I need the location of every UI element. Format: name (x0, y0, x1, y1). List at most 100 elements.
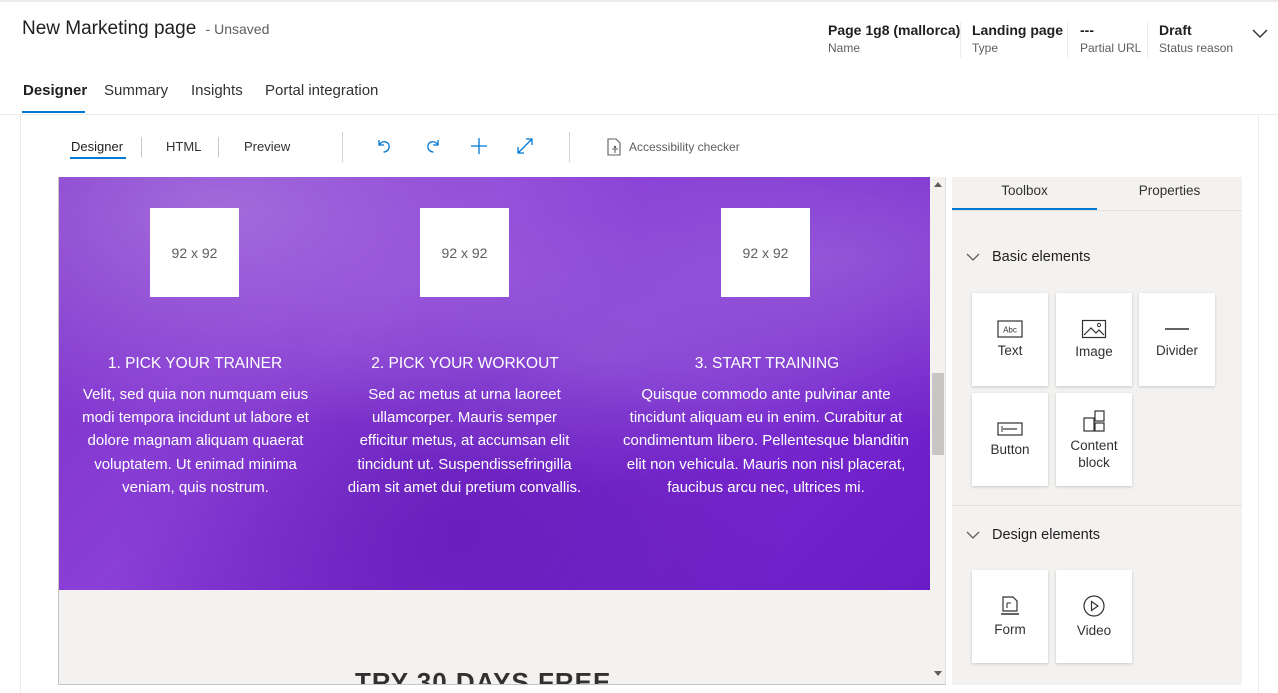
tile-label: Text (997, 343, 1023, 358)
divider-icon (1165, 328, 1189, 330)
view-preview[interactable]: Preview (244, 139, 290, 154)
text-line: Sed ac metus at urna laoreet (368, 386, 561, 403)
section-design-elements[interactable]: Design elements (966, 527, 1100, 543)
meta-partial-url-label: Partial URL (1080, 41, 1142, 55)
workspace-border (1258, 115, 1259, 693)
header-expand-chevron-icon[interactable] (1252, 26, 1268, 38)
meta-type: Landing page Type (972, 22, 1063, 55)
section-title: Basic elements (992, 249, 1091, 265)
text-line: voluptatem. Ut enimad minima (94, 455, 297, 473)
tile-label: Button (990, 442, 1030, 457)
toolbox-text[interactable]: Abc Text (972, 293, 1048, 386)
toolbar-separator (569, 132, 570, 162)
tile-label: Image (1075, 344, 1113, 359)
canvas-border (58, 684, 946, 685)
meta-status-reason: Draft Status reason (1159, 22, 1233, 55)
page-title: New Marketing page - Unsaved (22, 18, 269, 40)
tile-label: Video (1076, 623, 1112, 638)
column-2-text[interactable]: Sed ac metus at urna laoreet ullamcorper… (322, 383, 607, 499)
text-line: modi tempora incidunt ut labore et (82, 409, 309, 427)
svg-text:Abc: Abc (1003, 326, 1017, 335)
chevron-down-icon (966, 531, 980, 539)
tabs-divider (0, 114, 1278, 115)
view-html[interactable]: HTML (166, 139, 201, 154)
image-placeholder-3[interactable]: 92 x 92 (721, 208, 810, 297)
undo-icon[interactable] (374, 136, 394, 156)
button-icon (997, 422, 1023, 436)
toolbox-panel: Toolbox Properties Basic elements Abc Te… (952, 177, 1242, 685)
expand-icon[interactable] (515, 136, 535, 156)
text-line: condimentum libero. Pellentesque blandit… (622, 432, 909, 450)
text-line: Quisque commodo ante pulvinar ante (641, 386, 891, 403)
add-icon[interactable] (469, 136, 489, 156)
meta-separator (1067, 22, 1068, 58)
toolbox-button[interactable]: Button (972, 393, 1048, 486)
canvas-scrollbar[interactable] (930, 177, 946, 685)
panel-tabs-divider (952, 210, 1242, 211)
design-canvas[interactable]: 92 x 92 92 x 92 92 x 92 1. PICK YOUR TRA… (58, 177, 930, 685)
meta-partial-url-value: --- (1080, 22, 1094, 38)
try-free-heading[interactable]: TRY 30 DAYS FREE (355, 667, 611, 685)
toolbar-separator (141, 137, 142, 157)
toolbar-separator (342, 132, 343, 162)
video-icon (1083, 595, 1105, 617)
text-line: veniam, quis nostrum. (122, 478, 269, 496)
toolbox-image[interactable]: Image (1056, 293, 1132, 386)
image-placeholder-2[interactable]: 92 x 92 (420, 208, 509, 297)
text-icon: Abc (997, 320, 1023, 338)
toolbox-divider[interactable]: Divider (1139, 293, 1215, 386)
text-line: efficitur metus, at accumsan elit (359, 432, 570, 450)
image-icon (1081, 319, 1107, 339)
page-title-text: New Marketing page (22, 18, 197, 39)
scroll-down-arrow-icon[interactable] (934, 671, 942, 676)
tab-toolbox[interactable]: Toolbox (952, 183, 1097, 198)
text-line: Velit, sed quia non numquam eius (82, 386, 309, 403)
text-line: dolore magnam aliquam quaerat (87, 432, 304, 450)
meta-separator (960, 22, 961, 58)
section-divider (952, 505, 1242, 506)
text-line: faucibus arcu nec, ultrices mi. (667, 478, 865, 496)
tab-portal-integration[interactable]: Portal integration (265, 82, 378, 99)
toolbox-form[interactable]: Form (972, 570, 1048, 663)
text-line: tincidunt aliquam eu in enim. Curabitur … (629, 409, 903, 427)
tile-label: Divider (1155, 343, 1198, 358)
column-1-title[interactable]: 1. PICK YOUR TRAINER (60, 355, 330, 373)
text-line: elit non vehicula. Mauris non nisl place… (626, 455, 906, 473)
meta-partial-url: --- Partial URL (1080, 22, 1141, 55)
tab-designer[interactable]: Designer (23, 82, 87, 99)
tab-insights[interactable]: Insights (191, 82, 243, 99)
column-1-text[interactable]: Velit, sed quia non numquam eius modi te… (59, 383, 338, 499)
section-title: Design elements (992, 527, 1100, 543)
hero-section[interactable]: 92 x 92 92 x 92 92 x 92 1. PICK YOUR TRA… (59, 177, 930, 590)
tab-properties[interactable]: Properties (1097, 183, 1242, 198)
column-3-text[interactable]: Quisque commodo ante pulvinar ante tinci… (616, 383, 916, 499)
column-2-title[interactable]: 2. PICK YOUR WORKOUT (330, 355, 600, 373)
tab-summary[interactable]: Summary (104, 82, 168, 99)
workspace-border (20, 115, 21, 693)
text-line: tincidunt ut. Suspendissefringilla (357, 455, 572, 473)
tile-label-line: block (1078, 454, 1110, 470)
meta-name: Page 1g8 (mallorca) Name (828, 22, 960, 55)
scroll-up-arrow-icon[interactable] (934, 182, 942, 187)
view-designer[interactable]: Designer (71, 139, 123, 154)
meta-separator (1147, 22, 1148, 58)
form-icon (1001, 596, 1019, 615)
unsaved-status: - Unsaved (205, 21, 270, 37)
tile-label: Form (994, 622, 1026, 637)
active-view-indicator (70, 157, 126, 159)
content-block-icon (1083, 409, 1105, 432)
scrollbar-thumb[interactable] (932, 373, 944, 455)
toolbox-content-block[interactable]: Content block (1056, 393, 1132, 486)
meta-name-label: Name (828, 41, 861, 55)
image-placeholder-1[interactable]: 92 x 92 (150, 208, 239, 297)
toolbar-separator (218, 137, 219, 157)
redo-icon[interactable] (423, 136, 443, 156)
section-basic-elements[interactable]: Basic elements (966, 249, 1090, 265)
accessibility-checker-button[interactable]: Accessibility checker (605, 138, 740, 156)
toolbox-video[interactable]: Video (1056, 570, 1132, 663)
meta-status-label: Status reason (1159, 41, 1234, 55)
accessibility-icon (607, 138, 621, 156)
accessibility-checker-label: Accessibility checker (629, 140, 740, 154)
active-tab-indicator (22, 111, 85, 113)
column-3-title[interactable]: 3. START TRAINING (632, 355, 902, 373)
